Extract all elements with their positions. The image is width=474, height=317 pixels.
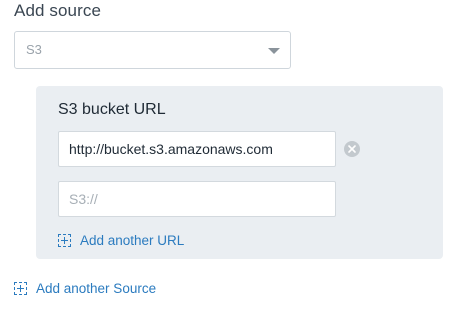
plus-icon <box>14 282 27 295</box>
s3-url-input-1[interactable]: http://bucket.s3.amazonaws.com <box>58 131 336 167</box>
close-circle-icon[interactable] <box>344 141 360 157</box>
add-another-url-button[interactable]: Add another URL <box>58 233 184 248</box>
source-type-select[interactable]: S3 <box>14 31 291 69</box>
source-type-value: S3 <box>26 42 42 57</box>
panel-title: S3 bucket URL <box>58 101 166 118</box>
add-source-form: Add source S3 S3 bucket URL http://bucke… <box>0 0 474 317</box>
s3-url-input-2[interactable]: S3:// <box>58 181 336 217</box>
s3-url-panel: S3 bucket URL http://bucket.s3.amazonaws… <box>36 86 443 259</box>
add-another-url-label: Add another URL <box>80 233 185 248</box>
add-another-source-label: Add another Source <box>36 281 157 296</box>
caret-down-icon <box>268 48 280 54</box>
section-title: Add source <box>14 1 101 20</box>
plus-icon <box>58 234 71 247</box>
add-another-source-button[interactable]: Add another Source <box>14 281 156 296</box>
